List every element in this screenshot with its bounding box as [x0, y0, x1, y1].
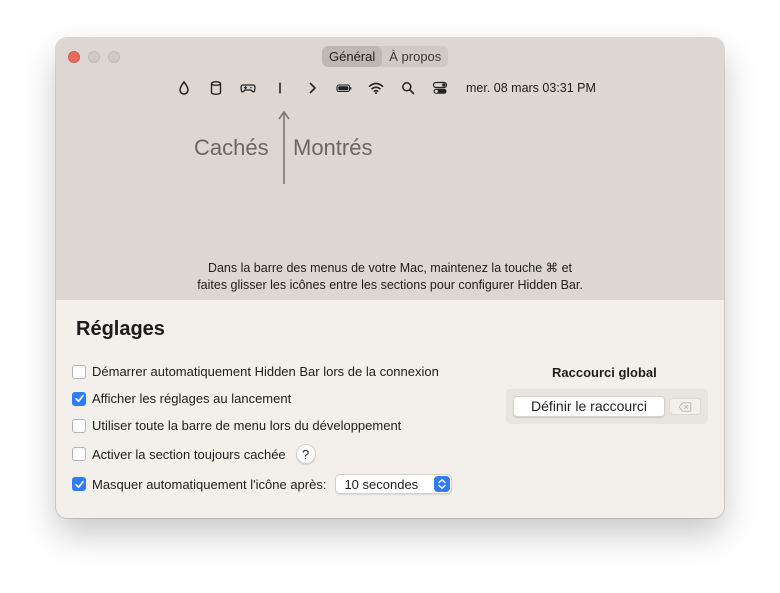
option-label: Démarrer automatiquement Hidden Bar lors… [92, 364, 439, 379]
wifi-icon [368, 80, 384, 96]
settings-window: Général À propos mer. 08 mars 03:31 PM C… [56, 38, 724, 518]
shown-section-label: Montrés [293, 135, 373, 160]
tab-about[interactable]: À propos [382, 46, 448, 67]
instructions-line-2: faites glisser les icônes entre les sect… [197, 278, 583, 292]
option-show-settings-on-launch[interactable]: Afficher les réglages au lancement [72, 391, 291, 406]
option-label: Masquer automatiquement l'icône après: [92, 476, 327, 492]
instructions-text: Dans la barre des menus de votre Mac, ma… [56, 260, 724, 294]
search-icon [400, 80, 416, 96]
hidden-section-label: Cachés [194, 135, 269, 160]
tab-bar: Général À propos [322, 46, 449, 67]
checkbox-auto-hide-icon[interactable] [72, 477, 86, 491]
checkmark-icon [74, 480, 84, 488]
global-shortcut-title: Raccourci global [552, 365, 657, 380]
chevron-right-icon[interactable] [304, 80, 320, 96]
checkbox-always-hidden-section[interactable] [72, 447, 86, 461]
option-label: Activer la section toujours cachée [92, 446, 286, 462]
zoom-button[interactable] [108, 51, 120, 63]
instructions-line-1: Dans la barre des menus de votre Mac, ma… [207, 261, 573, 275]
menubar-preview: mer. 08 mars 03:31 PM [176, 78, 596, 98]
checkmark-icon [74, 394, 84, 403]
option-launch-at-login[interactable]: Démarrer automatiquement Hidden Bar lors… [72, 364, 439, 379]
shortcut-recorder: Définir le raccourci [506, 389, 708, 424]
option-label: Utiliser toute la barre de menu lors du … [92, 418, 402, 433]
battery-icon [336, 80, 352, 96]
help-button[interactable]: ? [295, 444, 316, 464]
clear-shortcut-button[interactable] [669, 398, 701, 415]
autohide-delay-value: 10 secondes [344, 476, 419, 492]
option-label: Afficher les réglages au lancement [92, 391, 292, 406]
separator-icon[interactable] [272, 80, 288, 96]
window-controls [68, 51, 120, 63]
option-full-menubar[interactable]: Utiliser toute la barre de menu lors du … [72, 418, 401, 433]
option-auto-hide-icon[interactable]: Masquer automatiquement l'icône après: 1… [72, 474, 453, 494]
updown-chevron-icon [434, 476, 451, 492]
drop-icon [176, 80, 192, 96]
menubar-clock: mer. 08 mars 03:31 PM [466, 81, 596, 95]
checkbox-full-menubar[interactable] [72, 418, 86, 433]
checkbox-show-settings-on-launch[interactable] [72, 391, 86, 406]
close-button[interactable] [68, 51, 80, 63]
autohide-delay-select[interactable]: 10 secondes [335, 474, 453, 494]
set-shortcut-button[interactable]: Définir le raccourci [513, 396, 665, 417]
settings-title: Réglages [76, 318, 165, 340]
cylinder-icon [208, 80, 224, 96]
delete-icon [678, 401, 692, 412]
preview-area: Général À propos mer. 08 mars 03:31 PM C… [56, 38, 724, 300]
option-always-hidden-section[interactable]: Activer la section toujours cachée ? [72, 444, 316, 464]
minimize-button[interactable] [88, 51, 100, 63]
control-center-icon [432, 80, 448, 96]
gamepad-icon [240, 80, 256, 96]
checkbox-launch-at-login[interactable] [72, 364, 86, 379]
tab-general[interactable]: Général [322, 46, 383, 67]
arrow-up-icon [278, 110, 290, 184]
